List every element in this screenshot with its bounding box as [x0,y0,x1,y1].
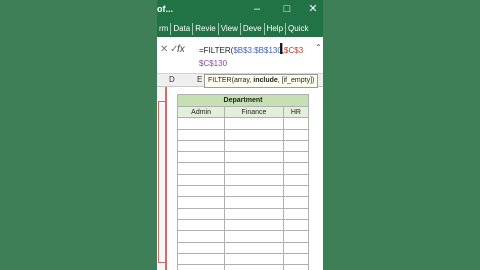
table-row [176,151,310,164]
table-cell[interactable] [282,241,310,254]
ribbon-tabs: rm Data Revie View Deve Help Quick [157,20,323,37]
table-cell[interactable] [176,241,226,254]
table-body [176,117,310,270]
table-cell[interactable] [224,230,284,243]
table-cell[interactable] [224,196,284,209]
table-row [176,173,310,187]
table-cell[interactable] [176,139,226,153]
column-finance[interactable]: Finance [224,105,284,119]
collapse-formula-bar-icon[interactable]: ⌃ [315,43,322,52]
table-cell[interactable] [282,196,310,209]
table-cell[interactable] [224,241,284,254]
table-cell[interactable] [224,117,284,130]
formula-input[interactable]: =FILTER($B$3:$B$130,$C$3 $C$130 [199,44,319,70]
column-hr[interactable]: HR [282,105,310,119]
excel-window: of... – □ ✕ rm Data Revie View Deve Help… [157,0,323,270]
table-cell[interactable] [176,218,226,232]
table-row [176,241,310,254]
table-cell[interactable] [282,252,310,266]
selection-highlight [158,101,166,263]
table-cell[interactable] [176,173,226,187]
table-cell[interactable] [282,185,310,198]
column-admin[interactable]: Admin [176,105,226,119]
table-row [176,139,310,153]
table-cell[interactable] [224,185,284,198]
table-cell[interactable] [224,128,284,141]
column-header-d[interactable]: D [169,75,175,84]
table-cell[interactable] [176,230,226,243]
cancel-icon[interactable]: ✕ [160,44,168,55]
table-row [176,185,310,198]
table-cell[interactable] [224,151,284,164]
table-row [176,207,310,220]
row-header-column[interactable] [157,87,167,270]
table-cell[interactable] [282,128,310,141]
table-cell[interactable] [224,173,284,187]
table-cell[interactable] [282,139,310,153]
tab-view[interactable]: View [219,20,240,37]
table-cell[interactable] [224,218,284,232]
tab-quick[interactable]: Quick [286,20,310,37]
table-cell[interactable] [176,252,226,266]
table-cell[interactable] [176,207,226,220]
table-cell[interactable] [176,264,226,270]
table-cell[interactable] [224,252,284,266]
table-cell[interactable] [176,196,226,209]
text-cursor-icon: I [279,41,284,58]
tab-review[interactable]: Revie [193,20,217,37]
table-cell[interactable] [224,264,284,270]
table-cell[interactable] [282,218,310,232]
table-cell[interactable] [282,173,310,187]
table-cell[interactable] [282,264,310,270]
table-cell[interactable] [282,117,310,130]
table-row [176,196,310,209]
table-cell[interactable] [224,162,284,175]
table-row [176,218,310,232]
table-row [176,230,310,243]
document-title: of... [157,4,173,14]
table-cell[interactable] [176,185,226,198]
department-header[interactable]: Department [177,94,309,107]
table-cell[interactable] [282,151,310,164]
tab-help[interactable]: Help [265,20,285,37]
table-cell[interactable] [224,139,284,153]
table-row [176,128,310,141]
close-icon[interactable]: ✕ [305,2,321,16]
table-row [176,252,310,266]
department-table: Department Admin Finance HR [176,94,310,270]
table-cell[interactable] [176,151,226,164]
table-cell[interactable] [176,162,226,175]
title-bar: of... – □ ✕ [157,0,323,20]
insert-function-button[interactable]: fx [177,44,185,55]
table-cell[interactable] [282,162,310,175]
table-cell[interactable] [176,117,226,130]
tab-formulas[interactable]: rm [157,20,170,37]
table-cell[interactable] [224,207,284,220]
table-row [176,264,310,270]
table-row [176,117,310,130]
table-cell[interactable] [176,128,226,141]
worksheet-grid[interactable]: Department Admin Finance HR [157,87,323,270]
table-row [176,162,310,175]
table-cell[interactable] [282,207,310,220]
tab-developer[interactable]: Deve [241,20,264,37]
maximize-icon[interactable]: □ [279,2,295,16]
function-tooltip: FILTER(array, include, [if_empty]) [204,74,319,88]
formula-bar: ✕ ✓ fx =FILTER($B$3:$B$130,$C$3 $C$130 I… [157,37,323,74]
tab-data[interactable]: Data [171,20,192,37]
column-header-e[interactable]: E [197,75,202,84]
table-cell[interactable] [282,230,310,243]
minimize-icon[interactable]: – [249,2,265,16]
